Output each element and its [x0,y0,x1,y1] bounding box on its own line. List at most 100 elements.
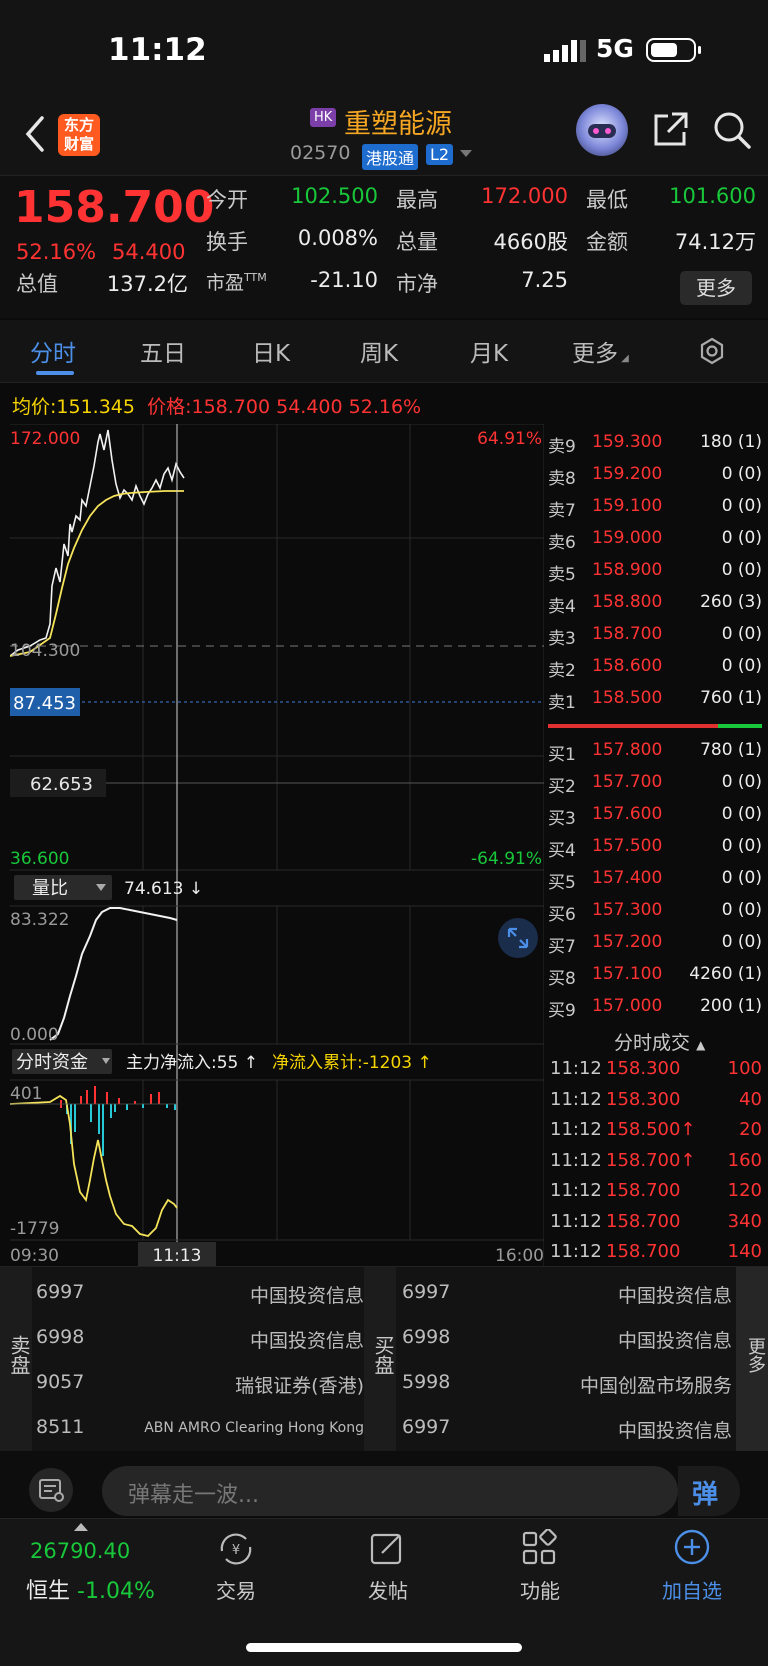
sell-broker-name[interactable]: 中国投资信息 [250,1326,364,1353]
intraday-chart[interactable]: 172.000 104.300 36.600 64.91% -64.91% 87… [10,424,544,1266]
buy-level-row[interactable]: 买7 157.200 0 (0) [548,932,762,960]
post-icon[interactable] [368,1529,408,1569]
nav-add-watchlist[interactable]: 加自选 [642,1575,742,1604]
level-price: 159.000 [592,528,663,548]
buy-level-row[interactable]: 买8 157.100 4260 (1) [548,964,762,992]
chevron-up-icon[interactable] [74,1523,88,1531]
sell-side-tab[interactable]: 卖盘 [0,1267,32,1452]
chevron-down-icon[interactable] [460,150,472,157]
sell-level-row[interactable]: 卖3 158.700 0 (0) [548,624,762,652]
add-watchlist-icon[interactable] [672,1527,712,1567]
level-price: 159.200 [592,464,663,484]
nav-functions[interactable]: 功能 [490,1575,590,1604]
fund-min: -1779 [10,1219,59,1239]
danmu-send-button[interactable]: 弹 [678,1466,740,1516]
level-price: 158.700 [592,624,663,644]
trade-icon[interactable]: ¥ [216,1529,256,1569]
buy-level-row[interactable]: 买3 157.600 0 (0) [548,804,762,832]
tick-row[interactable]: 11:12 158.700↑ 160 [550,1150,764,1178]
back-arrow-icon[interactable] [22,110,46,158]
functions-icon[interactable] [520,1529,560,1569]
buy-side-tab[interactable]: 买盘 [364,1267,396,1452]
tab-more[interactable]: 更多 ◢ [572,334,629,368]
fund-label: 分时资金 [16,1052,88,1073]
tab-weekly-k[interactable]: 周K [360,334,398,368]
level-price: 157.300 [592,900,663,920]
index-value[interactable]: 26790.40 [30,1539,130,1563]
tick-time: 11:12 [550,1210,602,1232]
buy-broker-name[interactable]: 中国投资信息 [618,1416,732,1443]
tick-time: 11:12 [550,1180,602,1201]
tab-five-day[interactable]: 五日 [140,334,186,368]
tick-time: 11:12 [550,1119,602,1140]
sell-level-row[interactable]: 卖6 159.000 0 (0) [548,528,762,556]
sell-level-row[interactable]: 卖2 158.600 0 (0) [548,656,762,684]
low-value: 101.600 [669,184,756,208]
level-volume: 0 (0) [721,496,762,516]
level-price: 157.200 [592,932,663,952]
tick-row[interactable]: 11:12 158.700 140 [550,1241,764,1269]
sell-level-row[interactable]: 卖5 158.900 0 (0) [548,560,762,588]
share-icon[interactable] [650,110,690,150]
sell-broker-name[interactable]: 瑞银证券(香港) [235,1371,364,1398]
buy-level-row[interactable]: 买5 157.400 0 (0) [548,868,762,896]
level-label: 买5 [548,873,576,893]
pb-value: 7.25 [521,268,568,292]
tick-row[interactable]: 11:12 158.700 120 [550,1180,764,1208]
tab-daily-k[interactable]: 日K [252,334,290,368]
settings-gear-icon[interactable] [697,336,727,366]
search-icon[interactable] [712,110,752,150]
danmu-bar: 弹幕走一波... 弹 [0,1451,768,1517]
volume-ratio-max: 83.322 [10,910,69,930]
cursor-price-label: 87.453 [13,693,76,714]
tick-row[interactable]: 11:12 158.300 100 [550,1058,764,1086]
assistant-robot-icon[interactable] [576,104,628,156]
sell-level-row[interactable]: 卖4 158.800 260 (3) [548,592,762,620]
quote-panel: 158.700 52.16% 54.400 今开 102.500 最高 172.… [0,176,768,318]
tab-intraday[interactable]: 分时 [30,334,76,368]
buy-level-row[interactable]: 买4 157.500 0 (0) [548,836,762,864]
level-label: 卖5 [548,565,576,585]
volume-ratio-value: 74.613 ↓ [124,879,203,899]
index-ticker[interactable]: 恒生 -1.04% [26,1573,155,1605]
tick-row[interactable]: 11:12 158.500↑ 20 [550,1119,764,1147]
buy-level-row[interactable]: 买6 157.300 0 (0) [548,900,762,928]
buy-broker-name[interactable]: 中国投资信息 [618,1281,732,1308]
sell-level-row[interactable]: 卖7 159.100 0 (0) [548,496,762,524]
tab-monthly-k[interactable]: 月K [470,334,508,368]
tick-list-title[interactable]: 分时成交 ▲ [614,1028,705,1055]
market-cap-value: 137.2亿 [106,272,188,296]
level-price: 157.700 [592,772,663,792]
more-quote-button[interactable]: 更多 [680,271,752,305]
sell-level-row[interactable]: 卖8 159.200 0 (0) [548,464,762,492]
app-logo[interactable]: 东方财富 [58,114,100,156]
buy-level-row[interactable]: 买1 157.800 780 (1) [548,740,762,768]
sell-broker-name[interactable]: ABN AMRO Clearing Hong Kong [144,1420,364,1436]
level-volume: 0 (0) [721,804,762,824]
sell-level-row[interactable]: 卖1 158.500 760 (1) [548,688,762,716]
more-brokers-button[interactable]: 更多 [736,1267,768,1452]
low-label: 最低 [586,188,628,212]
order-book: 卖9 159.300 180 (1) 卖8 159.200 0 (0) 卖7 1… [546,428,768,1028]
tick-row[interactable]: 11:12 158.700 340 [550,1211,764,1239]
sell-broker-id: 6998 [36,1326,85,1348]
pe-label: 市盈TTM [206,271,267,294]
danmu-settings-icon[interactable] [28,1467,74,1513]
sell-level-row[interactable]: 卖9 159.300 180 (1) [548,432,762,460]
buy-broker-name[interactable]: 中国创盈市场服务 [580,1371,732,1398]
buy-level-row[interactable]: 买2 157.700 0 (0) [548,772,762,800]
nav-trade[interactable]: 交易 [186,1575,286,1604]
buy-broker-name[interactable]: 中国投资信息 [618,1326,732,1353]
buy-level-row[interactable]: 买9 157.000 200 (1) [548,996,762,1024]
bid-ask-ratio-bar [548,724,762,728]
sell-broker-name[interactable]: 中国投资信息 [250,1281,364,1308]
level-volume: 0 (0) [721,464,762,484]
nav-post[interactable]: 发帖 [338,1575,438,1604]
level-volume: 200 (1) [700,996,762,1016]
buy-broker-id: 6998 [402,1326,451,1348]
tick-volume: 340 [727,1210,762,1232]
home-indicator[interactable] [246,1643,522,1652]
tick-row[interactable]: 11:12 158.300 40 [550,1089,764,1117]
expand-chart-button [498,918,538,958]
tick-volume: 20 [739,1119,762,1140]
